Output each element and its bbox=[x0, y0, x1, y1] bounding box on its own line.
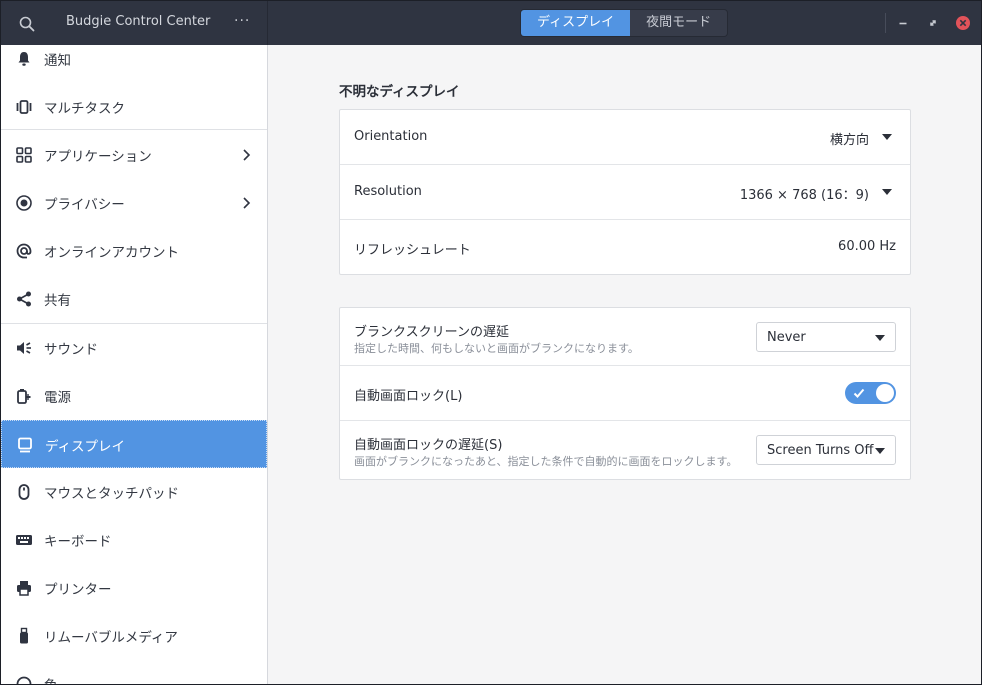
color-icon bbox=[16, 676, 32, 684]
window: Budgie Control Center ··· ディスプレイ 夜間モード 通… bbox=[0, 0, 982, 685]
resolution-label: Resolution bbox=[354, 184, 422, 199]
auto-lock-label: 自動画面ロック(L) bbox=[354, 389, 463, 404]
sidebar-item-label: オンラインアカウント bbox=[44, 245, 179, 261]
sidebar-item-label: アプリケーション bbox=[44, 149, 152, 165]
power-plug-icon bbox=[17, 389, 31, 404]
sidebar-item-privacy[interactable]: プライバシー bbox=[1, 179, 267, 227]
sidebar-item-removable-media[interactable]: リムーバブルメディア bbox=[1, 612, 267, 660]
lock-delay-dropdown[interactable]: Screen Turns Off bbox=[756, 435, 896, 465]
header-bar: Budgie Control Center ··· ディスプレイ 夜間モード bbox=[1, 1, 981, 45]
menu-icon[interactable]: ··· bbox=[234, 13, 250, 29]
page-switcher: ディスプレイ 夜間モード bbox=[520, 9, 729, 37]
refresh-rate-row: リフレッシュレート 60.00 Hz bbox=[340, 220, 910, 275]
blank-screen-delay-row: ブランクスクリーンの遅延 指定した時間、何もしないと画面がブランクになります。 … bbox=[340, 308, 910, 366]
privacy-icon bbox=[16, 195, 32, 211]
refresh-rate-label: リフレッシュレート bbox=[354, 243, 471, 258]
sidebar-separator bbox=[1, 129, 267, 130]
bell-icon bbox=[18, 52, 30, 66]
sidebar-item-label: 通知 bbox=[44, 53, 71, 69]
sidebar-item-label: 色 bbox=[44, 674, 58, 684]
restore-icon[interactable] bbox=[925, 15, 941, 31]
sidebar: 通知 マルチタスク アプリケーション プライバシー オンラインアカウント 共有 … bbox=[1, 45, 268, 684]
sidebar-item-label: キーボード bbox=[44, 534, 112, 550]
sidebar-item-label: マルチタスク bbox=[44, 101, 125, 117]
sidebar-item-label: プライバシー bbox=[44, 197, 125, 213]
orientation-row[interactable]: Orientation 横方向 bbox=[340, 110, 910, 165]
sidebar-header: Budgie Control Center ··· bbox=[1, 1, 268, 45]
tab-display[interactable]: ディスプレイ bbox=[521, 10, 631, 36]
display-settings-card: Orientation 横方向 Resolution 1366 × 768 (1… bbox=[339, 109, 911, 275]
resolution-row[interactable]: Resolution 1366 × 768 (16：9) bbox=[340, 165, 910, 220]
sidebar-item-color[interactable]: 色 bbox=[1, 660, 267, 684]
blank-screen-delay-value: Never bbox=[767, 330, 806, 345]
blank-screen-delay-description: 指定した時間、何もしないと画面がブランクになります。 bbox=[354, 342, 639, 355]
sidebar-item-power[interactable]: 電源 bbox=[1, 372, 267, 420]
chevron-down-icon[interactable] bbox=[882, 189, 892, 195]
orientation-label: Orientation bbox=[354, 129, 428, 144]
tab-night-mode[interactable]: 夜間モード bbox=[630, 10, 728, 36]
sidebar-item-label: ディスプレイ bbox=[45, 439, 126, 455]
speaker-icon bbox=[17, 342, 31, 354]
sidebar-item-keyboard[interactable]: キーボード bbox=[1, 516, 267, 564]
chevron-down-icon bbox=[875, 448, 885, 454]
sidebar-item-label: リムーバブルメディア bbox=[44, 630, 178, 646]
multitasking-icon bbox=[16, 100, 32, 114]
check-icon bbox=[853, 388, 865, 398]
chevron-right-icon bbox=[243, 149, 251, 161]
sidebar-item-printers[interactable]: プリンター bbox=[1, 564, 267, 612]
minimize-icon[interactable] bbox=[895, 15, 911, 31]
lock-delay-label: 自動画面ロックの遅延(S) bbox=[354, 438, 503, 453]
sidebar-item-multitasking[interactable]: マルチタスク bbox=[1, 83, 267, 131]
auto-lock-switch[interactable] bbox=[845, 382, 896, 404]
chevron-down-icon[interactable] bbox=[882, 134, 892, 140]
lock-delay-value: Screen Turns Off bbox=[767, 443, 874, 458]
at-sign-icon bbox=[16, 243, 32, 259]
window-controls-separator bbox=[885, 13, 886, 33]
sidebar-item-label: 電源 bbox=[44, 390, 71, 406]
orientation-value[interactable]: 横方向 bbox=[830, 129, 869, 148]
printer-icon bbox=[17, 581, 31, 596]
screen-lock-card: ブランクスクリーンの遅延 指定した時間、何もしないと画面がブランクになります。 … bbox=[339, 307, 911, 480]
refresh-rate-value: 60.00 Hz bbox=[838, 239, 896, 254]
close-icon[interactable] bbox=[955, 15, 971, 31]
chevron-down-icon bbox=[875, 335, 885, 341]
search-icon[interactable] bbox=[18, 15, 36, 33]
keyboard-icon bbox=[16, 535, 32, 545]
app-title: Budgie Control Center bbox=[66, 14, 211, 29]
resolution-value[interactable]: 1366 × 768 (16：9) bbox=[740, 184, 869, 203]
switch-knob bbox=[876, 384, 894, 402]
sidebar-item-sharing[interactable]: 共有 bbox=[1, 275, 267, 323]
chevron-right-icon bbox=[243, 197, 251, 209]
blank-screen-delay-dropdown[interactable]: Never bbox=[756, 322, 896, 352]
sidebar-item-label: 共有 bbox=[44, 293, 71, 309]
applications-grid-icon bbox=[16, 147, 32, 163]
sidebar-item-sound[interactable]: サウンド bbox=[1, 324, 267, 372]
sidebar-item-applications[interactable]: アプリケーション bbox=[1, 131, 267, 179]
mouse-icon bbox=[18, 484, 30, 500]
auto-lock-row: 自動画面ロック(L) bbox=[340, 366, 910, 421]
display-name-heading: 不明なディスプレイ bbox=[339, 84, 460, 100]
sidebar-item-label: プリンター bbox=[44, 582, 112, 598]
sidebar-item-online-accounts[interactable]: オンラインアカウント bbox=[1, 227, 267, 275]
share-icon bbox=[17, 291, 31, 307]
sidebar-item-display[interactable]: ディスプレイ bbox=[1, 420, 267, 468]
sidebar-item-label: サウンド bbox=[44, 342, 98, 358]
sidebar-item-mouse-touchpad[interactable]: マウスとタッチパッド bbox=[1, 468, 267, 516]
display-settings-page: 不明なディスプレイ Orientation 横方向 Resolution 136… bbox=[269, 45, 981, 684]
sidebar-item-notifications[interactable]: 通知 bbox=[1, 45, 267, 83]
lock-delay-description: 画面がブランクになったあと、指定した条件で自動的に画面をロックします。 bbox=[354, 455, 738, 468]
display-icon bbox=[18, 437, 32, 453]
sidebar-item-label: マウスとタッチパッド bbox=[44, 486, 179, 502]
lock-delay-row: 自動画面ロックの遅延(S) 画面がブランクになったあと、指定した条件で自動的に画… bbox=[340, 421, 910, 479]
blank-screen-delay-label: ブランクスクリーンの遅延 bbox=[354, 325, 509, 340]
usb-drive-icon bbox=[20, 627, 28, 644]
